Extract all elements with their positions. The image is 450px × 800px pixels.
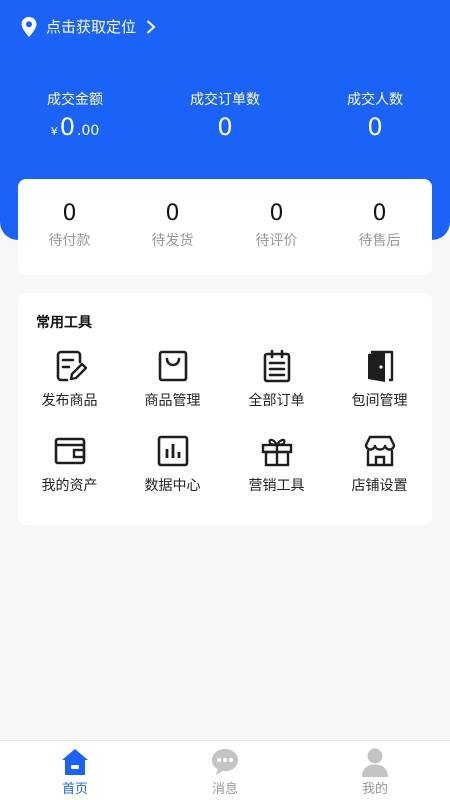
order-label: 待售后 [358,233,401,249]
store-icon [364,435,395,467]
shopping-bag-icon [158,350,187,382]
stat-people-label: 成交人数 [347,92,403,108]
tool-label: 我的资产 [41,478,98,494]
location-pin-icon [21,17,37,37]
gift-icon [261,438,292,467]
tool-label: 发布商品 [41,393,98,409]
order-status-pending-shipment[interactable]: 0 待发货 [121,199,224,251]
tool-room-management[interactable]: 包间管理 [328,349,431,419]
tab-label: 消息 [211,782,238,797]
currency-symbol: ¥ [50,125,58,138]
clipboard-icon [263,349,290,383]
common-tools-card: 常用工具 发布商品 商品管理 全部订单 包间管理 我的资产 数据中心 营销工具 … [18,293,432,525]
tool-label: 数据中心 [144,478,201,494]
order-status-pending-payment[interactable]: 0 待付款 [18,199,121,251]
order-count: 0 [62,201,77,226]
order-count: 0 [372,201,387,226]
order-status-after-sales[interactable]: 0 待售后 [328,199,431,251]
order-label: 待付款 [48,233,91,249]
tool-label: 店铺设置 [351,478,408,494]
sales-stats: 成交金额 ¥ 0 .00 成交订单数 0 成交人数 0 [0,90,450,150]
tab-label: 首页 [61,782,88,797]
order-status-card: 0 待付款 0 待发货 0 待评价 0 待售后 [18,179,432,275]
user-icon [362,748,388,777]
tab-messages[interactable]: 消息 [150,747,300,799]
tool-marketing[interactable]: 营销工具 [225,434,328,504]
order-label: 待评价 [255,233,298,249]
tools-title: 常用工具 [36,315,92,331]
tool-label: 包间管理 [351,393,408,409]
amount-decimal: .00 [77,123,100,139]
bottom-tab-bar: 首页 消息 我的 [0,740,450,800]
order-label: 待发货 [151,233,194,249]
tool-publish-product[interactable]: 发布商品 [18,349,121,419]
tool-label: 商品管理 [144,393,201,409]
door-icon [367,350,393,382]
tab-label: 我的 [361,782,388,797]
stat-people: 成交人数 0 [300,90,450,142]
tool-product-management[interactable]: 商品管理 [121,349,224,419]
location-button[interactable]: 点击获取定位 [20,15,156,39]
tool-data-center[interactable]: 数据中心 [121,434,224,504]
order-count: 0 [269,201,284,226]
order-count: 0 [165,201,180,226]
tool-my-assets[interactable]: 我的资产 [18,434,121,504]
tab-home[interactable]: 首页 [0,747,150,799]
stat-orders-label: 成交订单数 [190,92,260,108]
stat-amount-value: ¥ 0 .00 [0,112,150,147]
stat-amount: 成交金额 ¥ 0 .00 [0,90,150,147]
bar-chart-icon [157,435,188,467]
stat-orders: 成交订单数 0 [150,90,300,142]
tool-label: 营销工具 [248,478,305,494]
tab-profile[interactable]: 我的 [300,747,450,799]
chevron-right-icon [147,20,156,34]
tool-all-orders[interactable]: 全部订单 [225,349,328,419]
tool-store-settings[interactable]: 店铺设置 [328,434,431,504]
location-text: 点击获取定位 [46,18,137,36]
stat-amount-label: 成交金额 [47,92,103,108]
order-status-pending-review[interactable]: 0 待评价 [225,199,328,251]
stat-people-value: 0 [367,113,383,141]
tool-label: 全部订单 [248,393,305,409]
home-icon [62,749,88,775]
message-icon [212,749,238,775]
stat-orders-value: 0 [217,113,233,141]
edit-doc-icon [56,350,87,382]
amount-integer: 0 [59,113,75,141]
wallet-icon [54,437,85,465]
